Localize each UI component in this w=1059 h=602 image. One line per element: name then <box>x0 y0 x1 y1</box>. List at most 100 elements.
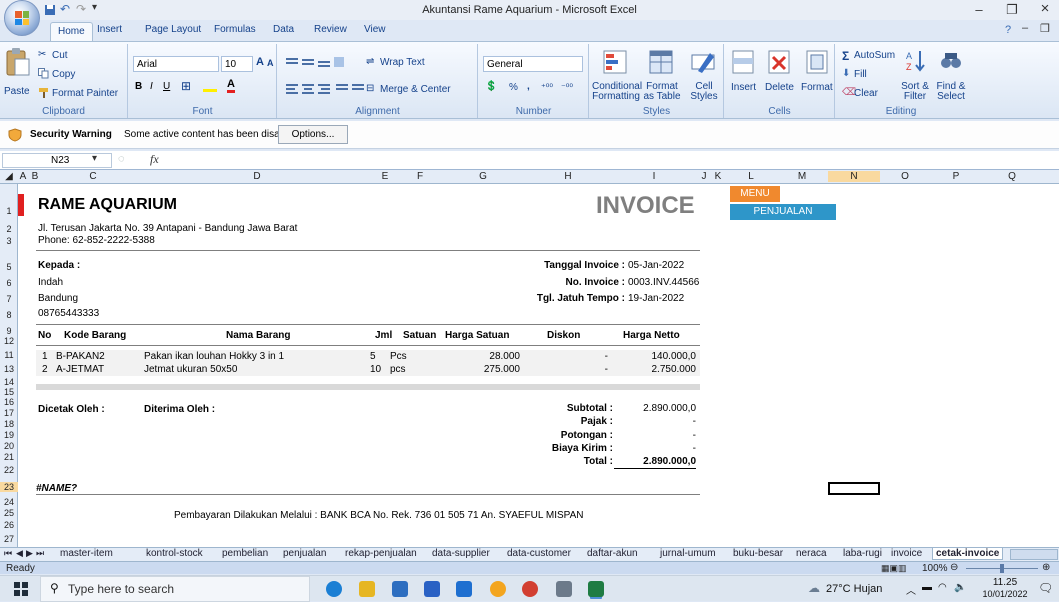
ribbon-restore-icon[interactable]: ❐ <box>1040 22 1050 35</box>
close-button[interactable]: × <box>1034 0 1056 17</box>
decrease-decimal-icon[interactable]: ⁻⁰⁰ <box>561 82 573 93</box>
format-painter-button[interactable]: Format Painter <box>52 88 118 99</box>
weather-text[interactable]: 27°C Hujan <box>826 583 882 595</box>
tab-review[interactable]: Review <box>314 24 347 35</box>
row-header[interactable]: 16 <box>0 397 18 407</box>
sheet-tab[interactable]: rekap-penjualan <box>345 548 417 559</box>
cell-styles-button[interactable]: Cell Styles <box>686 82 722 102</box>
search-placeholder[interactable]: Type here to search <box>68 582 174 596</box>
insert-button[interactable]: Insert <box>731 82 756 93</box>
worksheet[interactable]: RAME AQUARIUM INVOICE Jl. Terusan Jakart… <box>18 184 1059 547</box>
active-cell[interactable] <box>828 482 880 495</box>
tab-page-layout[interactable]: Page Layout <box>145 24 201 35</box>
column-header[interactable]: M <box>776 171 828 182</box>
tray-arrow-icon[interactable]: ︿ <box>906 582 916 597</box>
wrap-text-button[interactable]: Wrap Text <box>380 57 425 68</box>
menu-button[interactable]: MENU <box>730 186 780 202</box>
font-color-icon[interactable]: A <box>227 78 235 93</box>
row-header[interactable]: 15 <box>0 387 18 397</box>
column-header[interactable]: I <box>610 171 698 182</box>
currency-icon[interactable]: 💲 <box>485 81 497 92</box>
horizontal-align-icons[interactable] <box>286 83 366 95</box>
row-header[interactable]: 12 <box>0 336 18 346</box>
column-header[interactable]: K <box>710 171 726 182</box>
column-header[interactable]: J <box>698 171 710 182</box>
fill-icon[interactable]: ⬇ <box>842 68 850 79</box>
cell-styles-icon[interactable] <box>690 49 716 75</box>
conditional-formatting-icon[interactable] <box>602 49 628 75</box>
column-header[interactable]: F <box>400 171 440 182</box>
bold-button[interactable]: B <box>135 81 142 92</box>
zoom-level[interactable]: 100% <box>922 563 948 574</box>
zoom-slider-thumb[interactable] <box>1000 564 1004 573</box>
row-header[interactable]: 21 <box>0 452 18 462</box>
sheet-tab[interactable]: laba-rugi <box>843 548 882 559</box>
format-as-table-button[interactable]: Format as Table <box>640 82 684 102</box>
find-icon[interactable] <box>940 49 962 73</box>
tab-formulas[interactable]: Formulas <box>214 24 256 35</box>
autosum-icon[interactable]: Σ <box>842 49 849 63</box>
column-header[interactable]: H <box>526 171 610 182</box>
sheet-tab[interactable]: pembelian <box>222 548 268 559</box>
calculator-icon[interactable] <box>392 581 408 597</box>
insert-function-button[interactable]: fx <box>150 152 159 167</box>
paste-button[interactable]: Paste <box>4 86 30 97</box>
shrink-font-button[interactable]: A <box>267 58 274 68</box>
autosum-button[interactable]: AutoSum <box>854 50 895 61</box>
store-icon[interactable] <box>424 581 440 597</box>
row-header[interactable]: 6 <box>0 278 18 288</box>
network-icon[interactable]: ▬ <box>922 582 932 593</box>
column-header[interactable]: G <box>440 171 526 182</box>
row-header[interactable]: 17 <box>0 408 18 418</box>
row-header[interactable]: 3 <box>0 236 18 246</box>
sales-button[interactable]: PENJUALAN <box>730 204 836 220</box>
underline-button[interactable]: U <box>163 81 170 92</box>
comma-button[interactable]: , <box>527 81 530 92</box>
row-header[interactable]: 11 <box>0 350 18 360</box>
delete-cells-icon[interactable] <box>767 49 791 75</box>
view-buttons-icon[interactable]: ▦▣▥ <box>881 563 907 574</box>
sheet-tab[interactable]: data-customer <box>507 548 571 559</box>
zoom-in-icon[interactable]: ⊕ <box>1042 562 1050 573</box>
maximize-button[interactable]: ❐ <box>1001 2 1023 18</box>
excel-taskbar-icon[interactable] <box>588 581 604 597</box>
wrap-text-icon[interactable]: ⇌ <box>366 56 374 67</box>
sheet-nav-first-icon[interactable]: ⏮ <box>4 548 12 559</box>
sheet-tab[interactable]: daftar-akun <box>587 548 638 559</box>
merge-center-icon[interactable]: ⊟ <box>366 83 374 94</box>
copy-button[interactable]: Copy <box>52 69 75 80</box>
sheet-tab-active[interactable]: cetak-invoice <box>932 548 1004 560</box>
row-header[interactable]: 13 <box>0 364 18 374</box>
formula-input[interactable] <box>168 153 1057 168</box>
sheet-nav-prev-icon[interactable]: ◀ <box>16 548 23 559</box>
notifications-icon[interactable]: 🗨 <box>1038 581 1053 595</box>
clear-button[interactable]: Clear <box>854 88 878 99</box>
file-explorer-icon[interactable] <box>359 581 375 597</box>
format-table-icon[interactable] <box>648 49 674 75</box>
row-header[interactable]: 1 <box>0 206 18 216</box>
volume-icon[interactable]: 🔈 <box>954 582 966 593</box>
row-header[interactable]: 22 <box>0 465 18 475</box>
row-header-selected[interactable]: 23 <box>0 482 18 492</box>
tab-home[interactable]: Home <box>50 22 93 42</box>
merge-center-button[interactable]: Merge & Center <box>380 84 451 95</box>
sheet-tab[interactable]: neraca <box>796 548 827 559</box>
row-header[interactable]: 14 <box>0 377 18 387</box>
increase-decimal-icon[interactable]: ⁺⁰⁰ <box>541 82 553 93</box>
row-header[interactable]: 18 <box>0 419 18 429</box>
row-header[interactable]: 5 <box>0 262 18 272</box>
row-header[interactable]: 8 <box>0 310 18 320</box>
select-all-corner[interactable]: ◢ <box>0 171 18 182</box>
column-header[interactable]: D <box>144 171 370 182</box>
tab-insert[interactable]: Insert <box>97 24 122 35</box>
sheet-nav-last-icon[interactable]: ⏭ <box>36 548 44 559</box>
row-header[interactable]: 9 <box>0 326 18 336</box>
percent-button[interactable]: % <box>509 82 518 93</box>
format-cells-icon[interactable] <box>805 49 829 75</box>
sheet-tab[interactable]: kontrol-stock <box>146 548 203 559</box>
borders-icon[interactable]: ⊞ <box>181 79 191 93</box>
sheet-tab[interactable]: master-item <box>60 548 113 559</box>
clock-time[interactable]: 11.25 <box>985 577 1025 588</box>
row-header[interactable]: 19 <box>0 430 18 440</box>
vertical-align-icons[interactable] <box>286 56 346 68</box>
